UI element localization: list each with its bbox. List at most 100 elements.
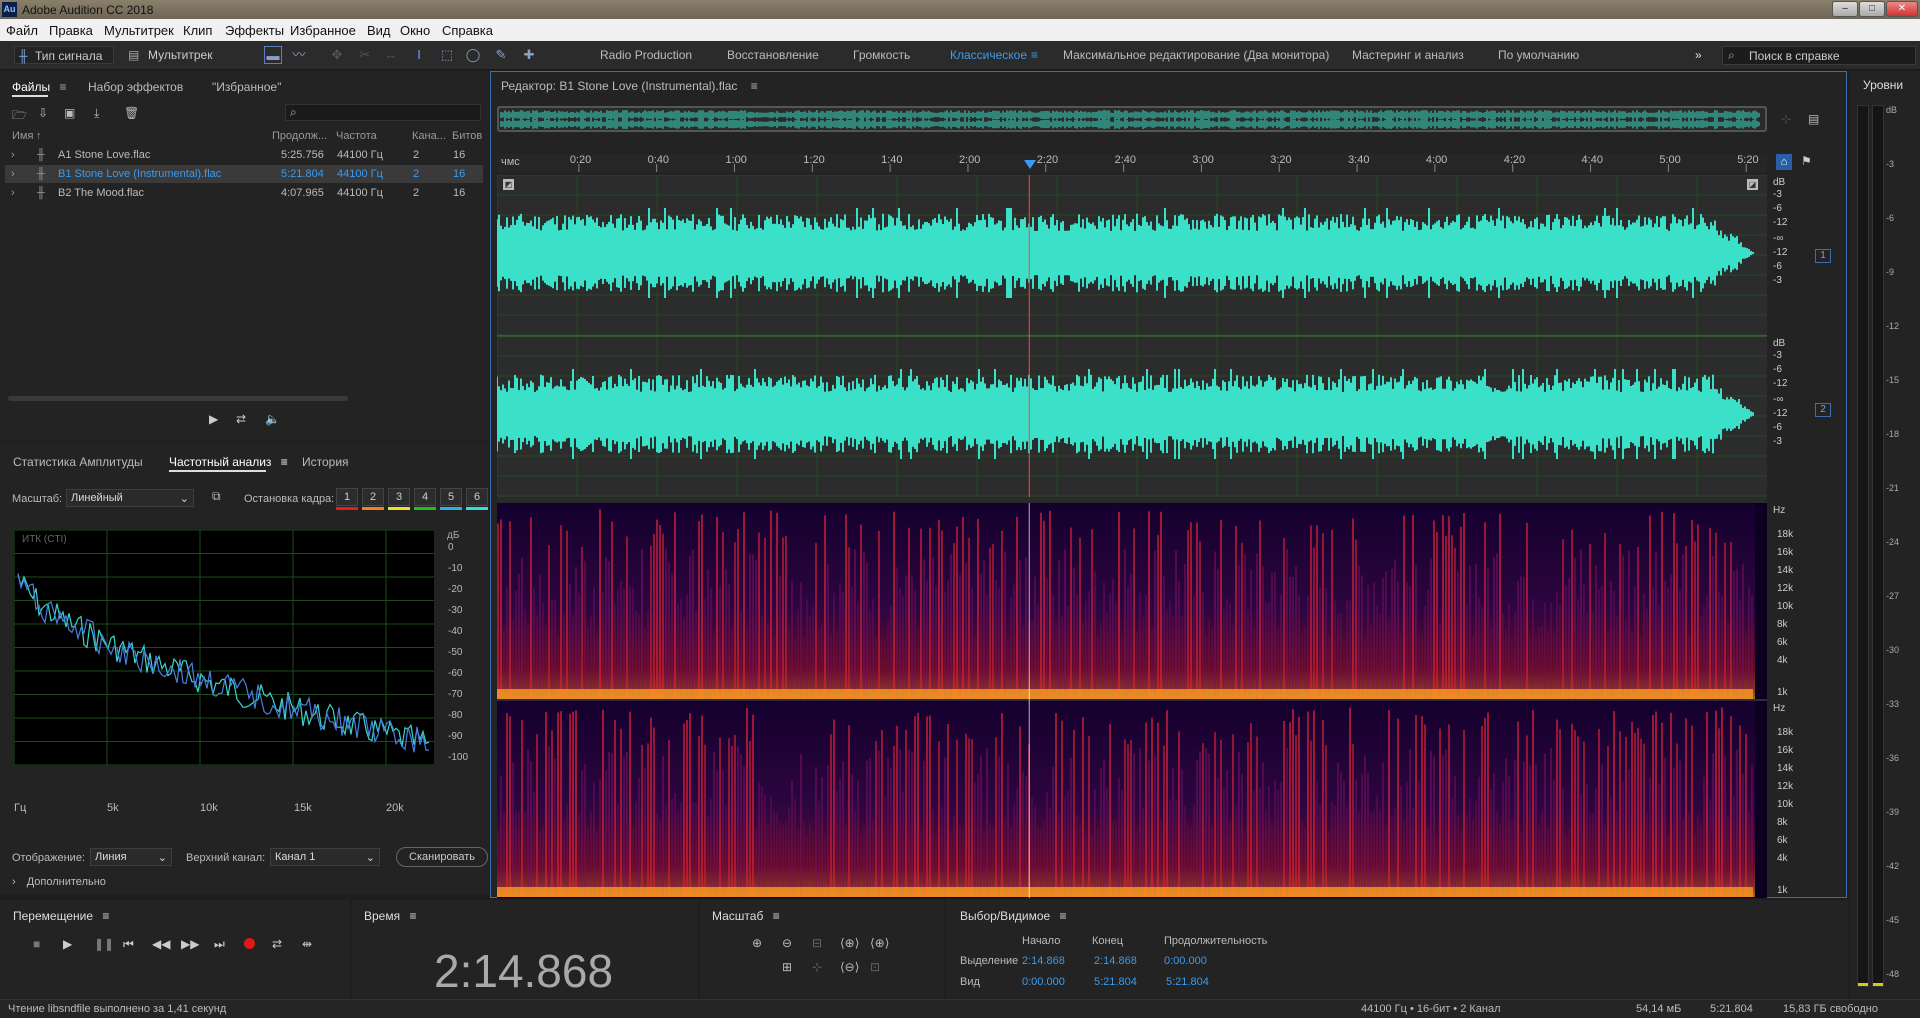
- more-workspaces-icon[interactable]: »: [1695, 48, 1702, 62]
- zoom-in-time2-icon[interactable]: ⊞: [782, 960, 792, 974]
- workspace-mastering[interactable]: Мастеринг и анализ: [1352, 48, 1464, 62]
- workspace-loudness[interactable]: Громкость: [853, 48, 910, 62]
- workspace-radio-production[interactable]: Radio Production: [600, 48, 692, 62]
- table-row[interactable]: › ╫ A1 Stone Love.flac 5:25.756 44100 Гц 2 16: [5, 146, 483, 164]
- menu-file[interactable]: Файл: [6, 23, 38, 38]
- new-file-icon[interactable]: ▣: [64, 106, 75, 120]
- zoom-in-amplitude-icon[interactable]: ⊕: [752, 936, 762, 950]
- brush-tool-icon[interactable]: ✎: [492, 46, 510, 64]
- display-select[interactable]: Линия ⌄: [90, 848, 172, 866]
- snap-icon[interactable]: ⌂: [1776, 154, 1792, 170]
- record-icon[interactable]: [244, 938, 255, 949]
- spectral-area[interactable]: [497, 503, 1767, 898]
- time-selection-tool-icon[interactable]: I: [410, 46, 428, 64]
- freeze-frame-button[interactable]: 5: [440, 488, 462, 506]
- view-end[interactable]: 5:21.804: [1094, 976, 1137, 988]
- help-search-field[interactable]: ⌕ Поиск в справке: [1722, 46, 1916, 65]
- go-to-start-icon[interactable]: ⏮: [123, 937, 134, 952]
- tab-files[interactable]: Файлы ≡: [12, 80, 67, 94]
- insert-icon[interactable]: ⤓: [94, 106, 99, 121]
- minimize-icon[interactable]: –: [1832, 1, 1858, 17]
- workspace-menu-icon[interactable]: ≡: [1031, 48, 1038, 62]
- play-preview-icon[interactable]: ▶: [209, 412, 218, 426]
- expand-chevron-icon[interactable]: ›: [11, 168, 15, 180]
- files-filter-input[interactable]: ⌕: [285, 104, 481, 121]
- menu-clip[interactable]: Клип: [183, 23, 212, 38]
- zoom-sel-icon[interactable]: ⊹: [812, 960, 822, 974]
- channel-2-badge[interactable]: 2: [1815, 403, 1831, 417]
- fast-forward-icon[interactable]: ▶▶: [181, 937, 199, 951]
- autoplay-icon[interactable]: 🔈: [265, 412, 280, 426]
- zoom-out-amplitude-icon[interactable]: ⊖: [782, 936, 792, 950]
- zoom-to-fit-icon[interactable]: ⊹: [1781, 112, 1791, 126]
- files-hscrollbar[interactable]: [8, 396, 348, 401]
- marker-icon[interactable]: ⚑: [1801, 154, 1812, 168]
- fade-out-handle-icon[interactable]: ◪: [1747, 179, 1758, 190]
- menu-view[interactable]: Вид: [367, 23, 391, 38]
- channel-1-badge[interactable]: 1: [1815, 249, 1831, 263]
- stop-icon[interactable]: ■: [33, 937, 40, 951]
- tab-favorites[interactable]: "Избранное": [212, 80, 281, 94]
- freeze-frame-button[interactable]: 3: [388, 488, 410, 506]
- tab-history[interactable]: История: [302, 455, 349, 469]
- waveform-display-icon[interactable]: ▬: [264, 46, 282, 64]
- freeze-toggle-icon[interactable]: ⧉: [212, 489, 221, 504]
- zoom-to-selection-icon[interactable]: ⊡: [870, 960, 880, 974]
- freeze-frame-button[interactable]: 4: [414, 488, 436, 506]
- go-to-end-icon[interactable]: ⏭: [214, 937, 225, 952]
- tab-effects-rack[interactable]: Набор эффектов: [88, 80, 183, 94]
- loop-icon[interactable]: ⇄: [272, 937, 282, 951]
- skip-selection-icon[interactable]: ⇹: [302, 937, 312, 951]
- scan-button[interactable]: Сканировать: [396, 847, 488, 867]
- workspace-restoration[interactable]: Восстановление: [727, 48, 819, 62]
- menu-edit[interactable]: Правка: [49, 23, 93, 38]
- menu-effects[interactable]: Эффекты: [225, 23, 284, 38]
- multitrack-view-button[interactable]: ▤ Мультитрек: [126, 46, 212, 64]
- open-file-icon[interactable]: 🗁: [12, 106, 27, 127]
- pause-icon[interactable]: ❚❚: [94, 937, 114, 951]
- zoom-out-full-icon[interactable]: ⊟: [812, 936, 822, 950]
- marquee-tool-icon[interactable]: ⬚: [438, 46, 456, 64]
- expand-chevron-icon[interactable]: ›: [11, 149, 15, 161]
- spot-healing-tool-icon[interactable]: ✚: [520, 46, 538, 64]
- col-bits[interactable]: Битов: [452, 130, 482, 142]
- lasso-tool-icon[interactable]: ◯: [464, 46, 482, 64]
- col-duration[interactable]: Продолж...: [272, 130, 327, 142]
- rewind-icon[interactable]: ◀◀: [152, 937, 170, 951]
- workspace-max-editing[interactable]: Максимальное редактирование (Два монитор…: [1063, 48, 1329, 62]
- workspace-classic[interactable]: Классическое: [950, 48, 1027, 62]
- col-channels[interactable]: Кана...: [412, 130, 446, 142]
- tab-amplitude-stats[interactable]: Статистика Амплитуды: [13, 455, 143, 469]
- fade-in-handle-icon[interactable]: ◩: [503, 179, 514, 190]
- selection-start[interactable]: 2:14.868: [1022, 955, 1065, 967]
- spectral-display-icon[interactable]: 〰: [290, 46, 308, 64]
- channel-select[interactable]: Канал 1 ⌄: [270, 848, 380, 866]
- menu-help[interactable]: Справка: [442, 23, 493, 38]
- move-tool-icon[interactable]: ✥: [328, 46, 346, 64]
- overview-options-icon[interactable]: ▤: [1808, 112, 1819, 126]
- tab-frequency-analysis[interactable]: Частотный анализ ≡: [169, 455, 288, 469]
- playhead-icon[interactable]: [1024, 160, 1036, 169]
- slip-tool-icon[interactable]: ↔: [382, 46, 400, 64]
- loop-preview-icon[interactable]: ⇄: [236, 412, 246, 426]
- col-rate[interactable]: Частота: [336, 130, 377, 142]
- time-ruler[interactable]: 0:20 0:40 1:00 1:20 1:40 2:00 2:20 2:40 3:00 3:20…: [497, 154, 1767, 172]
- close-icon[interactable]: ✕: [1886, 1, 1918, 17]
- table-row[interactable]: › ╫ B2 The Mood.flac 4:07.965 44100 Гц 2 16: [5, 184, 483, 202]
- play-icon[interactable]: ▶: [63, 937, 72, 951]
- time-display[interactable]: 2:14.868: [434, 944, 613, 998]
- scale-select[interactable]: Линейный ⌄: [66, 489, 194, 507]
- maximize-icon[interactable]: □: [1859, 1, 1885, 17]
- workspace-default[interactable]: По умолчанию: [1498, 48, 1579, 62]
- waveform-view-button[interactable]: ╫ Тип сигнала: [14, 46, 114, 64]
- view-duration[interactable]: 5:21.804: [1166, 976, 1209, 988]
- import-file-icon[interactable]: ⇩: [38, 106, 48, 120]
- razor-tool-icon[interactable]: ✂: [356, 46, 374, 64]
- expand-chevron-icon[interactable]: ›: [11, 187, 15, 199]
- freeze-frame-button[interactable]: 1: [336, 488, 358, 506]
- zoom-out-time-icon[interactable]: ⟨⊖⟩: [840, 960, 859, 974]
- overview-bar[interactable]: [497, 106, 1767, 132]
- table-row[interactable]: › ╫ B1 Stone Love (Instrumental).flac 5:21.…: [5, 165, 483, 183]
- zoom-reset-icon[interactable]: ⟨⊕⟩: [870, 936, 889, 950]
- freeze-frame-button[interactable]: 6: [466, 488, 488, 506]
